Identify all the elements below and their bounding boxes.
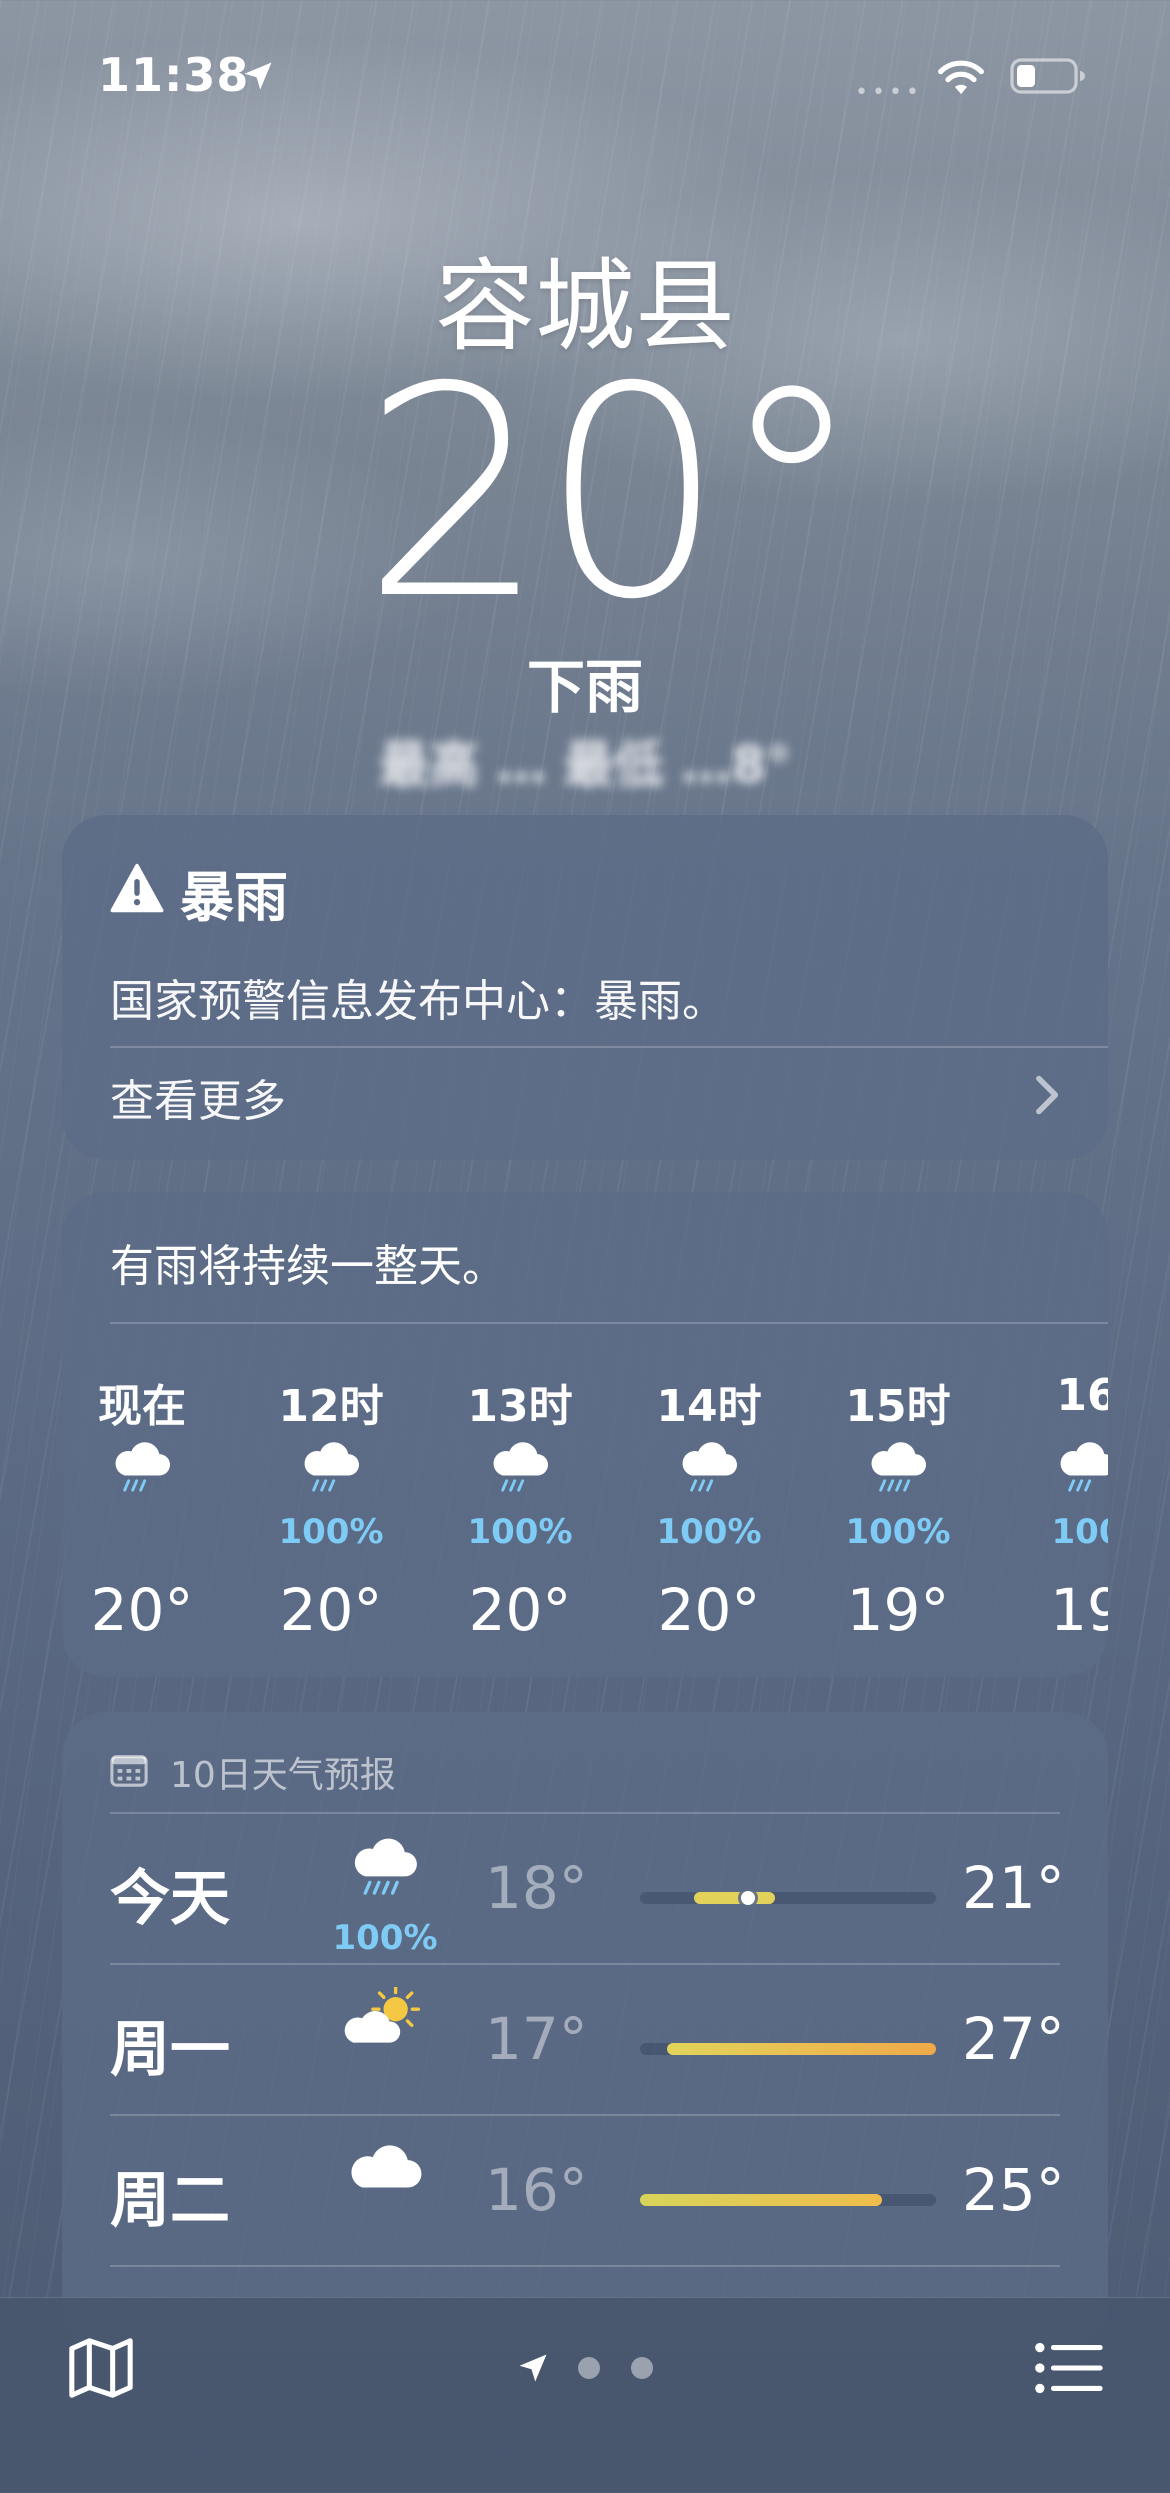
- hour-temperature: 19°: [846, 1576, 950, 1644]
- hour-label: 12时: [278, 1381, 384, 1432]
- cloud-heavy-rain-icon: [354, 1838, 417, 1895]
- hour-label: 现在: [98, 1381, 186, 1432]
- location-arrow-icon: [244, 62, 272, 90]
- divider: [110, 1046, 1108, 1048]
- day-high-temperature: 21°: [962, 1854, 1065, 1922]
- bottom-toolbar: [0, 2297, 1170, 2493]
- day-icon: [335, 1836, 435, 1916]
- list-icon[interactable]: [1034, 2340, 1104, 2396]
- hour-precipitation: [62, 1512, 232, 1554]
- hour-icon: [997, 1440, 1108, 1518]
- hour-temperature: 20°: [468, 1576, 572, 1644]
- temperature-range-bar: [640, 2043, 936, 2055]
- see-more-link[interactable]: 查看更多: [110, 1065, 286, 1129]
- hour-temperature: 19: [1050, 1576, 1108, 1644]
- cloud-rain-icon: [1060, 1442, 1108, 1492]
- temperature-range-bar: [640, 2194, 936, 2206]
- hour-icon: [808, 1440, 988, 1518]
- hour-item: 12时 100% 20°: [241, 1370, 421, 1644]
- hour-item: 14时 100% 20°: [619, 1370, 799, 1644]
- divider: [110, 1322, 1108, 1324]
- temperature-range-fill: [693, 1892, 775, 1904]
- cloud-icon: [351, 2145, 422, 2188]
- battery-icon: [1010, 58, 1085, 94]
- page-dot[interactable]: [631, 2357, 653, 2379]
- current-temperature: 20°: [361, 326, 864, 663]
- day-row[interactable]: 今天 100% 18° 21°: [110, 1814, 1065, 1964]
- hour-item: 15时 100% 19°: [808, 1370, 988, 1644]
- temperature-range-bar: [640, 1891, 936, 1905]
- day-low-temperature: 16°: [485, 2156, 588, 2224]
- high-low-temperature: 最高 … 最低 …8°: [378, 736, 791, 794]
- hour-label: 16: [1056, 1370, 1108, 1421]
- hour-icon: [62, 1440, 232, 1518]
- temperature-range-fill: [666, 2043, 936, 2055]
- hour-label: 14时: [656, 1381, 762, 1432]
- hourly-forecast-card[interactable]: 有雨将持续一整天。 现在 20° 12时 100% 20° 13时 100% 20° 14时 10…: [62, 1192, 1108, 1677]
- hour-item: 16 100 19: [997, 1370, 1108, 1644]
- cloud-rain-icon: [682, 1442, 737, 1492]
- severe-weather-card[interactable]: 暴雨 国家预警信息发布中心：暴雨。 查看更多: [62, 815, 1108, 1160]
- day-row[interactable]: 周二 16° 25°: [110, 2116, 1065, 2266]
- day-icon: [335, 1987, 435, 2067]
- hour-precipitation: 100: [1051, 1512, 1109, 1552]
- hour-precipitation: 100%: [656, 1512, 762, 1552]
- alert-text: 国家预警信息发布中心：暴雨。: [110, 976, 726, 1027]
- alert-title: 暴雨: [180, 866, 288, 929]
- day-name: 周二: [110, 2166, 230, 2236]
- current-condition: 下雨: [526, 653, 643, 721]
- hour-icon: [619, 1440, 799, 1518]
- hour-precipitation: 100%: [467, 1512, 573, 1552]
- cloud-rain-icon: [304, 1442, 359, 1492]
- hour-precipitation: 100%: [845, 1512, 951, 1552]
- day-name: 周一: [110, 2015, 230, 2085]
- hour-icon: [241, 1440, 421, 1518]
- day-precipitation: 100%: [332, 1918, 438, 1958]
- hour-item: 现在 20°: [62, 1370, 232, 1644]
- sun-behind-cloud-icon: [344, 1987, 421, 2043]
- cloud-heavy-rain-icon: [871, 1442, 926, 1492]
- cloud-rain-icon: [493, 1442, 548, 1492]
- day-high-temperature: 27°: [962, 2005, 1065, 2073]
- day-high-temperature: 25°: [962, 2156, 1065, 2224]
- page-dot[interactable]: [578, 2357, 600, 2379]
- cloud-rain-icon: [115, 1442, 170, 1492]
- ten-day-forecast-card[interactable]: 10日天气预报 今天 100% 18° 21° 周一 17° 27° 周二 16° 25°: [62, 1712, 1108, 2352]
- hour-item: 13时 100% 20°: [430, 1370, 610, 1644]
- day-icon: [335, 2138, 435, 2218]
- divider: [110, 2265, 1060, 2267]
- signal-dots: ••••: [855, 80, 923, 105]
- hour-precipitation: 100%: [278, 1512, 384, 1552]
- day-row[interactable]: 周一 17° 27°: [110, 1965, 1065, 2115]
- ten-day-header: 10日天气预报: [170, 1755, 396, 1796]
- current-temperature-dot: [740, 1891, 755, 1905]
- hour-icon: [430, 1440, 610, 1518]
- status-time: 11:38: [98, 48, 250, 102]
- wifi-icon: [938, 60, 984, 94]
- day-low-temperature: 18°: [485, 1854, 588, 1922]
- calendar-icon: [110, 1755, 148, 1787]
- map-icon[interactable]: [66, 2336, 136, 2400]
- hour-temperature: 20°: [657, 1576, 761, 1644]
- hour-temperature: 20°: [279, 1576, 383, 1644]
- hour-temperature: 20°: [90, 1576, 194, 1644]
- warning-triangle-icon: [110, 863, 164, 913]
- hour-label: 13时: [467, 1381, 573, 1432]
- hour-label: 15时: [845, 1381, 951, 1432]
- temperature-range-fill: [640, 2194, 883, 2206]
- chevron-right-icon[interactable]: [1032, 1073, 1064, 1117]
- day-low-temperature: 17°: [485, 2005, 588, 2073]
- day-name: 今天: [110, 1864, 230, 1934]
- location-page-indicator-icon[interactable]: [515, 2350, 551, 2386]
- hourly-summary: 有雨将持续一整天。: [110, 1241, 506, 1292]
